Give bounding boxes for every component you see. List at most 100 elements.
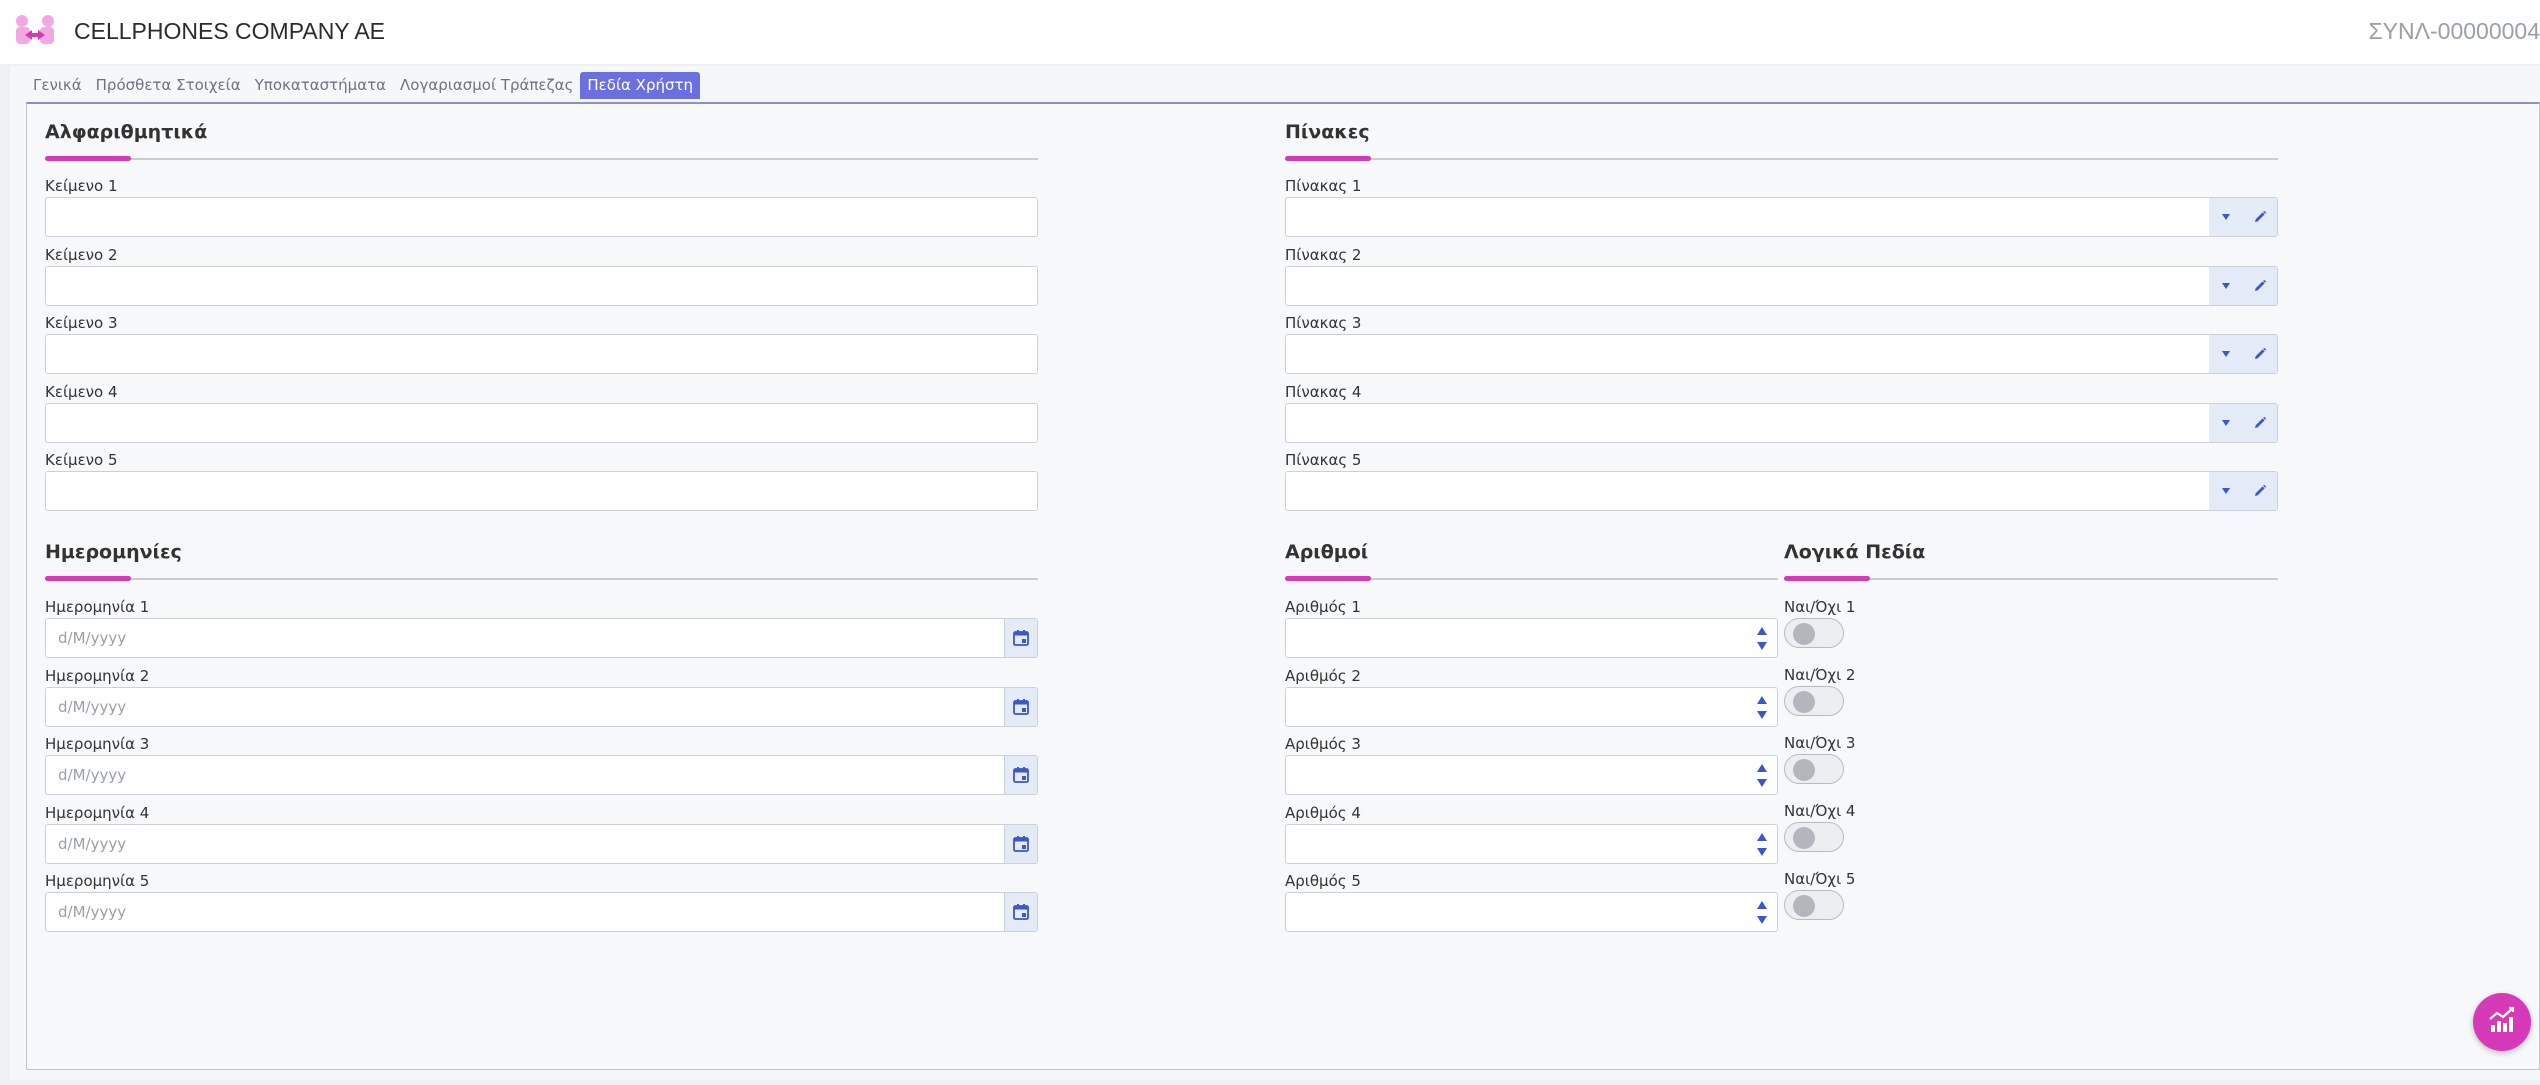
increment-arrow-icon[interactable]	[1757, 900, 1767, 909]
pencil-icon[interactable]	[2243, 404, 2277, 442]
section-divider	[45, 576, 1038, 581]
increment-arrow-icon[interactable]	[1757, 832, 1767, 841]
number-3-input[interactable]	[1285, 755, 1778, 795]
section-title-tables: Πίνακες	[1285, 121, 1370, 143]
date-4-input[interactable]: d/M/yyyy	[45, 824, 1038, 864]
company-logo-icon	[13, 14, 57, 48]
date-2-label: Ημερομηνία 2	[45, 667, 150, 685]
table-3-label: Πίνακας 3	[1285, 314, 1362, 332]
date-4-placeholder: d/M/yyyy	[58, 835, 127, 853]
yes-no-1-label: Ναι/Όχι 1	[1784, 598, 1856, 616]
text-4-label: Κείμενο 4	[45, 383, 118, 401]
chevron-down-icon[interactable]	[2209, 472, 2243, 510]
date-5-input[interactable]: d/M/yyyy	[45, 892, 1038, 932]
table-3-select[interactable]	[1285, 334, 2278, 374]
section-divider	[1285, 156, 2278, 161]
section-divider	[45, 156, 1038, 161]
section-title-booleans: Λογικά Πεδία	[1784, 541, 1926, 563]
text-5-input[interactable]	[45, 471, 1038, 511]
date-3-label: Ημερομηνία 3	[45, 735, 150, 753]
calendar-icon[interactable]	[1004, 688, 1037, 726]
decrement-arrow-icon[interactable]	[1757, 641, 1767, 650]
calendar-icon[interactable]	[1004, 756, 1037, 794]
text-1-label: Κείμενο 1	[45, 177, 118, 195]
calendar-icon[interactable]	[1004, 619, 1037, 657]
pencil-icon[interactable]	[2243, 267, 2277, 305]
increment-arrow-icon[interactable]	[1757, 626, 1767, 635]
number-2-input[interactable]	[1285, 687, 1778, 727]
number-4-input[interactable]	[1285, 824, 1778, 864]
date-3-placeholder: d/M/yyyy	[58, 766, 127, 784]
tab-bar: Γενικά Πρόσθετα Στοιχεία Υποκαταστήματα …	[26, 72, 701, 99]
table-5-label: Πίνακας 5	[1285, 451, 1362, 469]
decrement-arrow-icon[interactable]	[1757, 778, 1767, 787]
increment-arrow-icon[interactable]	[1757, 695, 1767, 704]
number-1-stepper[interactable]	[1747, 619, 1777, 657]
section-title-dates: Ημερομηνίες	[45, 541, 182, 563]
user-fields-panel: Αλφαριθμητικά Κείμενο 1 Κείμενο 2 Κείμεν…	[26, 102, 2540, 1070]
increment-arrow-icon[interactable]	[1757, 763, 1767, 772]
number-5-stepper[interactable]	[1747, 893, 1777, 931]
chevron-down-icon[interactable]	[2209, 267, 2243, 305]
document-code: ΣΥΝΛ-00000004	[2368, 18, 2540, 44]
decrement-arrow-icon[interactable]	[1757, 710, 1767, 719]
number-1-input[interactable]	[1285, 618, 1778, 658]
text-3-input[interactable]	[45, 334, 1038, 374]
tab-branches[interactable]: Υποκαταστήματα	[248, 72, 393, 99]
number-3-label: Αριθμός 3	[1285, 735, 1361, 753]
number-3-stepper[interactable]	[1747, 756, 1777, 794]
app-header: CELLPHONES COMPANY AE ΣΥΝΛ-00000004	[0, 0, 2540, 64]
number-4-label: Αριθμός 4	[1285, 804, 1361, 822]
text-3-label: Κείμενο 3	[45, 314, 118, 332]
form-container: Γενικά Πρόσθετα Στοιχεία Υποκαταστήματα …	[10, 66, 2540, 1080]
section-title-alphanumeric: Αλφαριθμητικά	[45, 121, 208, 143]
table-4-label: Πίνακας 4	[1285, 383, 1362, 401]
date-1-placeholder: d/M/yyyy	[58, 629, 127, 647]
date-5-placeholder: d/M/yyyy	[58, 903, 127, 921]
yes-no-5-toggle[interactable]	[1784, 890, 1844, 920]
date-3-input[interactable]: d/M/yyyy	[45, 755, 1038, 795]
decrement-arrow-icon[interactable]	[1757, 915, 1767, 924]
number-4-stepper[interactable]	[1747, 825, 1777, 863]
pencil-icon[interactable]	[2243, 335, 2277, 373]
tab-bank-accounts[interactable]: Λογαριασμοί Τράπεζας	[393, 72, 580, 99]
number-2-stepper[interactable]	[1747, 688, 1777, 726]
pencil-icon[interactable]	[2243, 198, 2277, 236]
date-1-input[interactable]: d/M/yyyy	[45, 618, 1038, 658]
section-divider	[1784, 576, 2278, 581]
pencil-icon[interactable]	[2243, 472, 2277, 510]
table-2-label: Πίνακας 2	[1285, 246, 1362, 264]
text-1-input[interactable]	[45, 197, 1038, 237]
yes-no-2-label: Ναι/Όχι 2	[1784, 666, 1856, 684]
table-1-label: Πίνακας 1	[1285, 177, 1362, 195]
text-4-input[interactable]	[45, 403, 1038, 443]
date-1-label: Ημερομηνία 1	[45, 598, 150, 616]
yes-no-4-label: Ναι/Όχι 4	[1784, 802, 1856, 820]
decrement-arrow-icon[interactable]	[1757, 847, 1767, 856]
yes-no-1-toggle[interactable]	[1784, 618, 1844, 648]
date-2-placeholder: d/M/yyyy	[58, 698, 127, 716]
section-title-numbers: Αριθμοί	[1285, 541, 1369, 563]
calendar-icon[interactable]	[1004, 825, 1037, 863]
date-2-input[interactable]: d/M/yyyy	[45, 687, 1038, 727]
yes-no-3-toggle[interactable]	[1784, 754, 1844, 784]
chevron-down-icon[interactable]	[2209, 404, 2243, 442]
table-2-select[interactable]	[1285, 266, 2278, 306]
number-5-input[interactable]	[1285, 892, 1778, 932]
chart-icon	[2485, 1003, 2519, 1041]
yes-no-2-toggle[interactable]	[1784, 686, 1844, 716]
number-5-label: Αριθμός 5	[1285, 872, 1361, 890]
tab-general[interactable]: Γενικά	[26, 72, 89, 99]
table-4-select[interactable]	[1285, 403, 2278, 443]
yes-no-4-toggle[interactable]	[1784, 822, 1844, 852]
table-5-select[interactable]	[1285, 471, 2278, 511]
tab-additional-info[interactable]: Πρόσθετα Στοιχεία	[89, 72, 248, 99]
text-2-input[interactable]	[45, 266, 1038, 306]
chart-fab-button[interactable]	[2473, 993, 2531, 1051]
number-2-label: Αριθμός 2	[1285, 667, 1361, 685]
tab-user-fields[interactable]: Πεδία Χρήστη	[580, 72, 701, 99]
table-1-select[interactable]	[1285, 197, 2278, 237]
chevron-down-icon[interactable]	[2209, 335, 2243, 373]
chevron-down-icon[interactable]	[2209, 198, 2243, 236]
calendar-icon[interactable]	[1004, 893, 1037, 931]
